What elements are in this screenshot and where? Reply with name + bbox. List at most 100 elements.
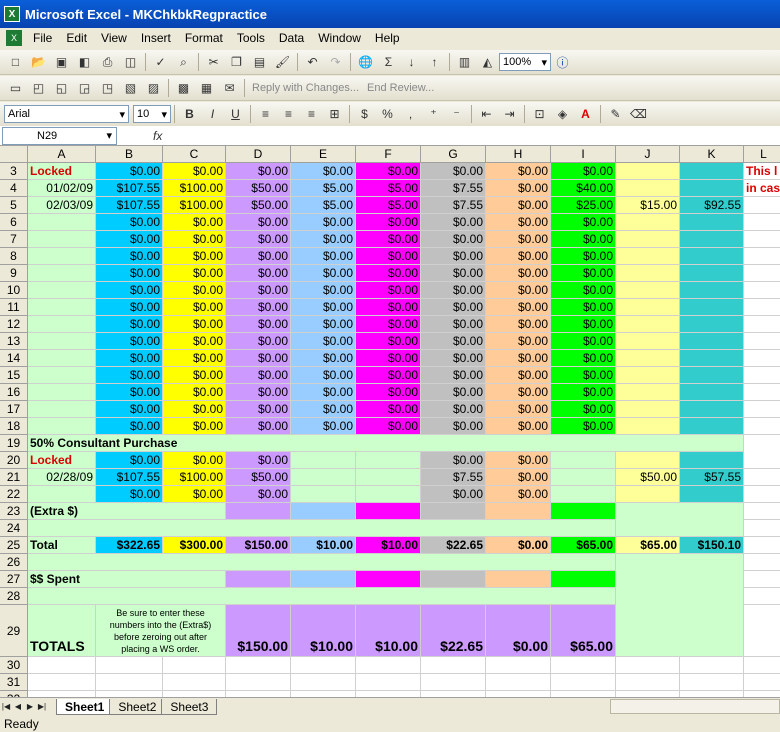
increase-indent-icon[interactable]: ⇥ xyxy=(499,104,520,124)
cell-c20[interactable]: $0.00 xyxy=(163,452,226,469)
cell-c21[interactable]: $100.00 xyxy=(163,469,226,486)
empty-row[interactable] xyxy=(28,520,616,537)
cell-d7[interactable]: $0.00 xyxy=(226,231,291,248)
cell-j15[interactable] xyxy=(616,367,680,384)
highlight-icon[interactable]: ▦ xyxy=(196,78,217,98)
grand-total-d[interactable]: $150.00 xyxy=(226,605,291,657)
cell-b17[interactable]: $0.00 xyxy=(96,401,163,418)
cell-l5[interactable] xyxy=(744,197,780,214)
last-sheet-icon[interactable]: ▶| xyxy=(36,702,48,711)
cell-a9[interactable] xyxy=(28,265,96,282)
cell-i4[interactable]: $40.00 xyxy=(551,180,616,197)
cell-j5[interactable]: $15.00 xyxy=(616,197,680,214)
column-header-l[interactable]: L xyxy=(744,146,780,163)
cell-l11[interactable] xyxy=(744,299,780,316)
menu-edit[interactable]: Edit xyxy=(59,31,94,45)
menu-format[interactable]: Format xyxy=(178,31,230,45)
cell-k4[interactable] xyxy=(680,180,744,197)
cell-g12[interactable]: $0.00 xyxy=(421,316,486,333)
cell-b12[interactable]: $0.00 xyxy=(96,316,163,333)
cell-h7[interactable]: $0.00 xyxy=(486,231,551,248)
row-header[interactable]: 15 xyxy=(0,367,28,384)
cell-h23[interactable] xyxy=(486,503,551,520)
total-j[interactable]: $65.00 xyxy=(616,537,680,554)
cell-j9[interactable] xyxy=(616,265,680,282)
permission-icon[interactable]: ◧ xyxy=(74,52,95,72)
cell-c11[interactable]: $0.00 xyxy=(163,299,226,316)
cell-g18[interactable]: $0.00 xyxy=(421,418,486,435)
drawing-icon[interactable]: ◭ xyxy=(477,52,498,72)
row-header[interactable]: 26 xyxy=(0,554,28,571)
cell-j6[interactable] xyxy=(616,214,680,231)
cell-a3[interactable]: Locked xyxy=(28,163,96,180)
cell-j10[interactable] xyxy=(616,282,680,299)
cell-c12[interactable]: $0.00 xyxy=(163,316,226,333)
row-header[interactable]: 27 xyxy=(0,571,28,588)
cell-e15[interactable]: $0.00 xyxy=(291,367,356,384)
column-header-h[interactable]: H xyxy=(486,146,551,163)
cell-d15[interactable]: $0.00 xyxy=(226,367,291,384)
cell-a18[interactable] xyxy=(28,418,96,435)
new-comment-icon[interactable]: ◰ xyxy=(28,78,49,98)
cell[interactable] xyxy=(680,674,744,691)
cell-k21[interactable]: $57.55 xyxy=(680,469,744,486)
cell-h5[interactable]: $0.00 xyxy=(486,197,551,214)
cell-l17[interactable] xyxy=(744,401,780,418)
show-comment-icon[interactable]: ◳ xyxy=(97,78,118,98)
cell-h14[interactable]: $0.00 xyxy=(486,350,551,367)
select-all-corner[interactable] xyxy=(0,146,28,163)
cell-g23[interactable] xyxy=(421,503,486,520)
cell-d13[interactable]: $0.00 xyxy=(226,333,291,350)
cell-g7[interactable]: $0.00 xyxy=(421,231,486,248)
cell-c16[interactable]: $0.00 xyxy=(163,384,226,401)
cell-j12[interactable] xyxy=(616,316,680,333)
cell-f4[interactable]: $5.00 xyxy=(356,180,421,197)
next-sheet-icon[interactable]: ▶ xyxy=(24,702,36,711)
total-i[interactable]: $65.00 xyxy=(551,537,616,554)
cell-k22[interactable] xyxy=(680,486,744,503)
cell-c4[interactable]: $100.00 xyxy=(163,180,226,197)
total-d[interactable]: $150.00 xyxy=(226,537,291,554)
cell-b3[interactable]: $0.00 xyxy=(96,163,163,180)
cell-a4[interactable]: 01/02/09 xyxy=(28,180,96,197)
cell-f18[interactable]: $0.00 xyxy=(356,418,421,435)
row-header[interactable]: 11 xyxy=(0,299,28,316)
cell-k15[interactable] xyxy=(680,367,744,384)
cell-h6[interactable]: $0.00 xyxy=(486,214,551,231)
row-header[interactable]: 17 xyxy=(0,401,28,418)
cell[interactable] xyxy=(226,674,291,691)
cell[interactable] xyxy=(163,657,226,674)
merge-center-icon[interactable]: ⊞ xyxy=(324,104,345,124)
cell-g11[interactable]: $0.00 xyxy=(421,299,486,316)
cell-g3[interactable]: $0.00 xyxy=(421,163,486,180)
cell-i9[interactable]: $0.00 xyxy=(551,265,616,282)
decrease-decimal-icon[interactable]: ⁻ xyxy=(446,104,467,124)
cell-k5[interactable]: $92.55 xyxy=(680,197,744,214)
cell-j7[interactable] xyxy=(616,231,680,248)
cell[interactable] xyxy=(744,452,780,469)
prev-sheet-icon[interactable]: ◀ xyxy=(12,702,24,711)
paste-icon[interactable]: ▤ xyxy=(249,52,270,72)
cell-a15[interactable] xyxy=(28,367,96,384)
spent-label[interactable]: $$ Spent xyxy=(28,571,226,588)
track-changes-icon[interactable]: ▩ xyxy=(173,78,194,98)
cell-l3[interactable]: This l xyxy=(744,163,780,180)
column-header-k[interactable]: K xyxy=(680,146,744,163)
format-painter-icon[interactable]: 🖌 xyxy=(272,52,293,72)
cell-a17[interactable] xyxy=(28,401,96,418)
cell-k8[interactable] xyxy=(680,248,744,265)
end-review-button[interactable]: End Review... xyxy=(367,82,434,94)
tab-sheet1[interactable]: Sheet1 xyxy=(56,698,114,715)
cell-b4[interactable]: $107.55 xyxy=(96,180,163,197)
cell[interactable] xyxy=(744,520,780,537)
borders-icon[interactable]: ⊡ xyxy=(529,104,550,124)
cell-b9[interactable]: $0.00 xyxy=(96,265,163,282)
reply-with-changes-button[interactable]: Reply with Changes... xyxy=(252,82,359,94)
row-header[interactable]: 4 xyxy=(0,180,28,197)
cell-d8[interactable]: $0.00 xyxy=(226,248,291,265)
empty-row[interactable] xyxy=(28,554,616,571)
cell-e22[interactable] xyxy=(291,486,356,503)
row-header[interactable]: 31 xyxy=(0,674,28,691)
cell-d5[interactable]: $50.00 xyxy=(226,197,291,214)
cell-i14[interactable]: $0.00 xyxy=(551,350,616,367)
